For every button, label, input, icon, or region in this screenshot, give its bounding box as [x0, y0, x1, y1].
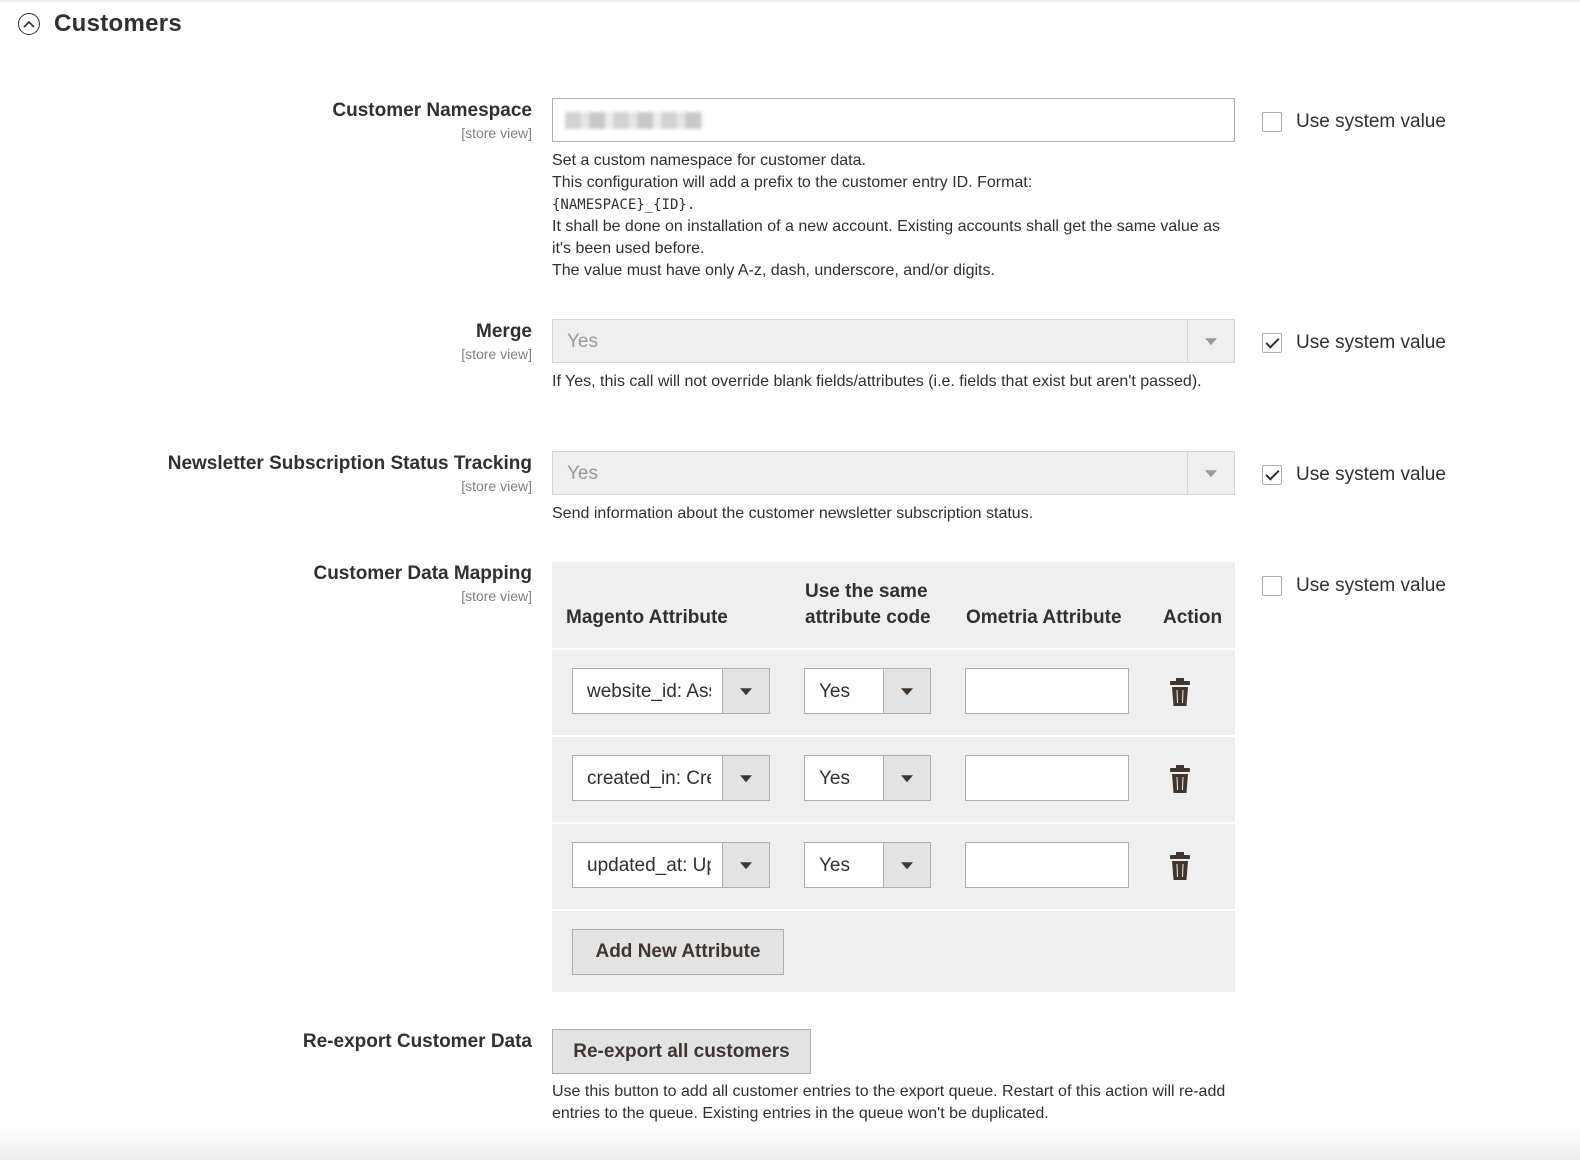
trash-icon[interactable] — [1169, 678, 1191, 706]
column-header-magento-attribute: Magento Attribute — [566, 607, 728, 628]
same-code-select[interactable]: Yes — [804, 755, 931, 801]
customer-namespace-input[interactable] — [552, 98, 1235, 142]
chevron-down-icon — [1187, 452, 1234, 494]
merge-note: If Yes, this call will not override blan… — [552, 373, 1202, 390]
magento-attribute-value: created_in: Created From — [587, 768, 711, 789]
ometria-attribute-input[interactable] — [965, 842, 1129, 888]
table-row: website_id: Associate to Website Yes — [552, 648, 1235, 736]
same-code-value: Yes — [819, 681, 850, 702]
chevron-down-icon — [883, 843, 930, 887]
top-divider — [0, 0, 1580, 2]
reexport-customer-data-label-text: Re-export Customer Data — [302, 1031, 532, 1052]
customer-namespace-label-text: Customer Namespace — [332, 100, 532, 121]
merge-label: Merge [store view] — [461, 321, 532, 362]
newsletter-tracking-label: Newsletter Subscription Status Tracking … — [168, 453, 532, 494]
scope-label: [store view] — [461, 346, 532, 362]
same-code-value: Yes — [819, 855, 850, 876]
table-footer: Add New Attribute — [552, 909, 1235, 994]
use-system-value-label: Use system value — [1296, 111, 1446, 132]
obscured-namespace-value — [565, 112, 703, 129]
use-system-value-label: Use system value — [1296, 464, 1446, 485]
same-code-select[interactable]: Yes — [804, 668, 931, 714]
column-header-ometria-attribute: Ometria Attribute — [966, 607, 1122, 628]
scope-label: [store view] — [461, 588, 532, 604]
newsletter-tracking-label-text: Newsletter Subscription Status Tracking — [167, 453, 532, 474]
namespace-use-system-value[interactable]: Use system value — [1262, 111, 1446, 133]
chevron-up-circle-icon — [18, 13, 40, 35]
ometria-attribute-input[interactable] — [965, 668, 1129, 714]
add-new-attribute-button[interactable]: Add New Attribute — [572, 929, 784, 975]
same-code-value: Yes — [819, 768, 850, 789]
trash-icon[interactable] — [1169, 765, 1191, 793]
mapping-use-system-checkbox[interactable] — [1262, 576, 1282, 596]
chevron-down-icon — [722, 843, 769, 887]
newsletter-select-value: Yes — [567, 463, 598, 484]
newsletter-use-system-checkbox[interactable] — [1262, 465, 1282, 485]
use-system-value-label: Use system value — [1296, 575, 1446, 596]
namespace-note-line: The value must have only A-z, dash, unde… — [552, 262, 995, 279]
newsletter-note: Send information about the customer news… — [552, 505, 1034, 522]
section-title: Customers — [54, 10, 183, 37]
bottom-fade — [0, 1128, 1580, 1160]
chevron-down-icon — [722, 669, 769, 713]
section-toggle-customers[interactable]: Customers — [18, 10, 182, 38]
customer-data-mapping-table: Magento Attribute Use the same attribute… — [552, 562, 1235, 992]
chevron-down-icon — [883, 756, 930, 800]
customer-namespace-label: Customer Namespace [store view] — [332, 100, 532, 141]
table-row: updated_at: Updated At Yes — [552, 822, 1235, 910]
merge-select-value: Yes — [567, 331, 598, 352]
merge-use-system-value[interactable]: Use system value — [1262, 332, 1446, 354]
customer-namespace-note: Set a custom namespace for customer data… — [552, 150, 1232, 282]
table-row: created_in: Created From Yes — [552, 735, 1235, 823]
same-code-select[interactable]: Yes — [804, 842, 931, 888]
customer-data-mapping-label: Customer Data Mapping [store view] — [313, 563, 532, 604]
merge-use-system-checkbox[interactable] — [1262, 333, 1282, 353]
namespace-note-line: This configuration will add a prefix to … — [552, 174, 1033, 191]
namespace-note-line: Set a custom namespace for customer data… — [552, 152, 866, 169]
reexport-all-customers-button[interactable]: Re-export all customers — [552, 1029, 811, 1074]
magento-attribute-select[interactable]: updated_at: Updated At — [572, 842, 770, 888]
ometria-attribute-input[interactable] — [965, 755, 1129, 801]
magento-attribute-value: updated_at: Updated At — [587, 855, 711, 876]
mapping-use-system-value[interactable]: Use system value — [1262, 575, 1446, 597]
use-system-value-label: Use system value — [1296, 332, 1446, 353]
magento-attribute-select[interactable]: website_id: Associate to Website — [572, 668, 770, 714]
namespace-use-system-checkbox[interactable] — [1262, 112, 1282, 132]
reexport-customer-data-label: Re-export Customer Data — [303, 1031, 532, 1053]
newsletter-use-system-value[interactable]: Use system value — [1262, 464, 1446, 486]
merge-label-text: Merge — [476, 321, 532, 342]
magento-attribute-value: website_id: Associate to Website — [587, 681, 711, 702]
column-header-same-code-line2: attribute code — [805, 607, 931, 628]
namespace-format-code: {NAMESPACE}_{ID}. — [552, 197, 696, 213]
column-header-same-code-line1: Use the same — [805, 581, 928, 602]
column-header-action: Action — [1163, 607, 1223, 628]
newsletter-tracking-select[interactable]: Yes — [552, 451, 1235, 495]
merge-select[interactable]: Yes — [552, 319, 1235, 363]
chevron-down-icon — [883, 669, 930, 713]
namespace-note-line: It shall be done on installation of a ne… — [552, 218, 1220, 257]
trash-icon[interactable] — [1169, 852, 1191, 880]
column-header-same-code: Use the same attribute code — [805, 579, 931, 631]
reexport-note: Use this button to add all customer entr… — [552, 1083, 1226, 1122]
chevron-down-icon — [1187, 320, 1234, 362]
chevron-down-icon — [722, 756, 769, 800]
magento-attribute-select[interactable]: created_in: Created From — [572, 755, 770, 801]
scope-label: [store view] — [461, 125, 532, 141]
scope-label: [store view] — [461, 478, 532, 494]
customer-data-mapping-label-text: Customer Data Mapping — [313, 563, 532, 584]
